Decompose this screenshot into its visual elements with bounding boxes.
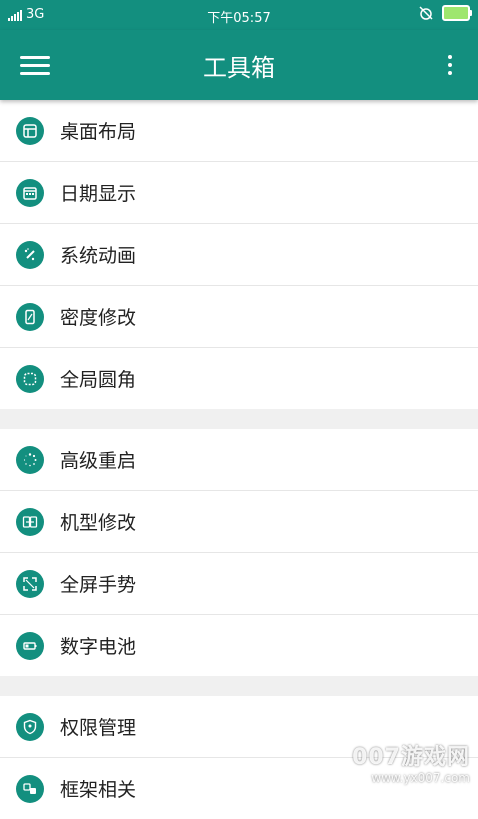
restart-icon (16, 445, 44, 474)
status-time: 下午05:57 (207, 11, 271, 26)
toolbar: 工具箱 (0, 30, 478, 100)
status-right (418, 5, 472, 21)
list-item-label: 机型修改 (60, 512, 137, 534)
list-item-label: 桌面布局 (60, 121, 137, 143)
fullscreen-gesture-icon (16, 569, 44, 598)
rounded-corner-icon (16, 364, 44, 393)
list-item-label: 框架相关 (60, 779, 137, 801)
list-item-date-display[interactable]: 日期显示 (0, 162, 478, 224)
list-item-label: 系统动画 (60, 245, 137, 267)
list-item-label: 日期显示 (60, 183, 137, 205)
tool-group-1: 桌面布局 日期显示 系统动画 密度修改 全局圆角 (0, 100, 478, 409)
list-item-fullscreen-gesture[interactable]: 全屏手势 (0, 553, 478, 615)
list-item-digital-battery[interactable]: 数字电池 (0, 615, 478, 676)
tool-list: 桌面布局 日期显示 系统动画 密度修改 全局圆角 高级重启 机型修改 全屏手势 … (0, 100, 478, 819)
list-item-label: 全屏手势 (60, 574, 137, 596)
watermark-brand: 007游戏网 (352, 745, 470, 770)
watermark: 007游戏网 www.yx007.com (352, 739, 470, 785)
phone-density-icon (16, 302, 44, 331)
page-title: 工具箱 (203, 54, 275, 82)
layout-icon (16, 116, 44, 145)
list-item-density-modify[interactable]: 密度修改 (0, 286, 478, 348)
tool-group-2: 高级重启 机型修改 全屏手势 数字电池 (0, 429, 478, 676)
status-bar: 3G 下午05:57 (0, 0, 478, 30)
watermark-url: www.yx007.com (371, 771, 470, 785)
list-item-label: 权限管理 (60, 717, 137, 739)
list-item-label: 数字电池 (60, 636, 137, 658)
battery-icon (442, 5, 472, 21)
list-item-desktop-layout[interactable]: 桌面布局 (0, 100, 478, 162)
list-item-label: 密度修改 (60, 307, 137, 329)
list-item-label: 高级重启 (60, 450, 137, 472)
alarm-off-icon (419, 6, 433, 20)
battery-icon (16, 631, 44, 660)
overflow-menu-icon[interactable] (440, 50, 460, 80)
list-item-advanced-restart[interactable]: 高级重启 (0, 429, 478, 491)
list-item-device-model[interactable]: 机型修改 (0, 491, 478, 553)
list-item-global-rounded-corner[interactable]: 全局圆角 (0, 348, 478, 409)
permission-shield-icon (16, 712, 44, 741)
device-model-icon (16, 507, 44, 536)
calendar-icon (16, 178, 44, 207)
framework-icon (16, 774, 44, 803)
list-item-system-animation[interactable]: 系统动画 (0, 224, 478, 286)
animation-wand-icon (16, 240, 44, 269)
list-item-label: 全局圆角 (60, 369, 137, 391)
